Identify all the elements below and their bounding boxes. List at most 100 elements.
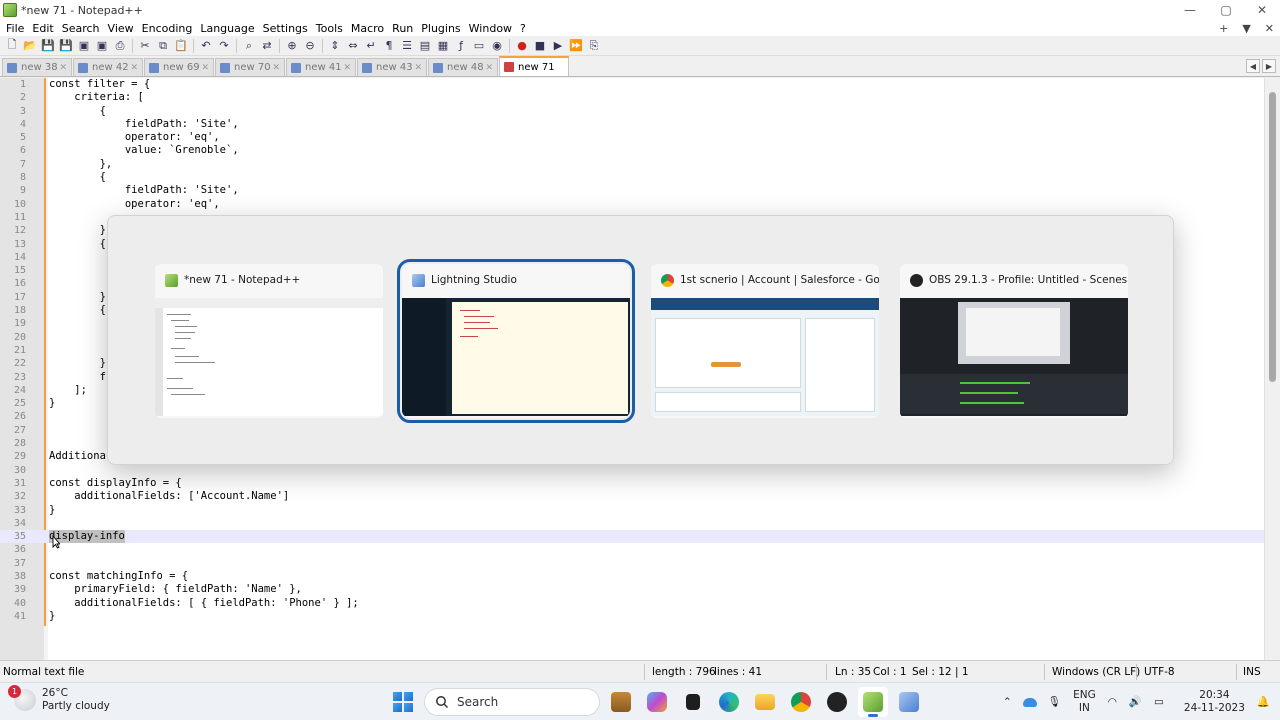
- scrollbar-thumb[interactable]: [1269, 92, 1276, 382]
- tab-new-48[interactable]: new 48 ✕: [428, 58, 498, 76]
- close-all-icon[interactable]: ▣: [94, 38, 110, 54]
- tab-new-41[interactable]: new 41 ✕: [286, 58, 356, 76]
- stop-macro-icon[interactable]: ■: [532, 38, 548, 54]
- menu-window[interactable]: Window: [465, 22, 516, 35]
- clock[interactable]: 20:34 24-11-2023: [1184, 689, 1245, 715]
- record-macro-icon[interactable]: ●: [514, 38, 530, 54]
- sync-vertical-icon[interactable]: ⇕: [327, 38, 343, 54]
- close-file-icon[interactable]: ▣: [76, 38, 92, 54]
- tab-close-icon[interactable]: ✕: [59, 63, 67, 73]
- show-all-chars-icon[interactable]: ¶: [381, 38, 397, 54]
- taskbar-copilot[interactable]: [642, 687, 672, 717]
- minimize-button[interactable]: —: [1172, 0, 1208, 20]
- task-card-salesforce-chrome[interactable]: 1st scnerio | Account | Salesforce - Goo…: [651, 264, 879, 418]
- cut-icon[interactable]: ✂: [137, 38, 153, 54]
- taskbar-notepadpp[interactable]: [858, 687, 888, 717]
- menu-file[interactable]: File: [2, 22, 28, 35]
- taskbar-work-app[interactable]: [606, 687, 636, 717]
- doc-map-icon[interactable]: ▦: [435, 38, 451, 54]
- menu-edit[interactable]: Edit: [28, 22, 57, 35]
- save-all-icon[interactable]: 💾: [58, 38, 74, 54]
- maximize-button[interactable]: ▢: [1208, 0, 1244, 20]
- save-icon[interactable]: 💾: [40, 38, 56, 54]
- zoom-in-icon[interactable]: ⊕: [284, 38, 300, 54]
- status-length: length : 796: [652, 666, 716, 678]
- open-file-icon[interactable]: 📂: [22, 38, 38, 54]
- paste-icon[interactable]: 📋: [173, 38, 189, 54]
- tab-new-70[interactable]: new 70 ✕: [215, 58, 285, 76]
- wifi-icon[interactable]: ◠: [1108, 696, 1117, 709]
- tab-list-dropdown-icon[interactable]: ▼: [1242, 22, 1250, 35]
- tab-new-38[interactable]: new 38 ✕: [2, 58, 72, 76]
- tab-new-42[interactable]: new 42 ✕: [73, 58, 143, 76]
- menu-run[interactable]: Run: [388, 22, 417, 35]
- onedrive-icon[interactable]: [1022, 697, 1037, 707]
- find-icon[interactable]: ⌕: [241, 38, 257, 54]
- folder-workspace-icon[interactable]: ▭: [471, 38, 487, 54]
- taskbar-chrome[interactable]: [786, 687, 816, 717]
- function-list-icon[interactable]: ƒ: [453, 38, 469, 54]
- weather-widget[interactable]: 1 26°C Partly cloudy: [8, 685, 110, 713]
- status-insert-mode[interactable]: INS: [1243, 666, 1261, 678]
- udl-icon[interactable]: ▤: [417, 38, 433, 54]
- menu-view[interactable]: View: [104, 22, 138, 35]
- tab-new-69[interactable]: new 69 ✕: [144, 58, 214, 76]
- taskbar-obs[interactable]: [822, 687, 852, 717]
- copy-icon[interactable]: ⧉: [155, 38, 171, 54]
- code-text: criteria: [: [49, 91, 144, 104]
- start-button[interactable]: [388, 687, 418, 717]
- task-card-lightning-studio[interactable]: Lightning Studio: [397, 259, 635, 423]
- menu-language[interactable]: Language: [196, 22, 258, 35]
- status-encoding[interactable]: UTF-8: [1144, 666, 1175, 678]
- tab-close-icon[interactable]: ✕: [272, 63, 280, 73]
- task-card-notepadpp[interactable]: *new 71 - Notepad++: [155, 264, 383, 418]
- volume-icon[interactable]: 🔊: [1129, 696, 1142, 709]
- tab-close-icon[interactable]: ✕: [485, 63, 493, 73]
- menu-plugins[interactable]: Plugins: [417, 22, 464, 35]
- show-hidden-icons[interactable]: ⌃: [1003, 696, 1012, 709]
- tab-new-43[interactable]: new 43 ✕: [357, 58, 427, 76]
- menu-encoding[interactable]: Encoding: [138, 22, 197, 35]
- zoom-out-icon[interactable]: ⊖: [302, 38, 318, 54]
- tab-close-icon[interactable]: ✕: [201, 63, 209, 73]
- tab-scroll-left-icon[interactable]: ◀: [1246, 59, 1260, 73]
- file-icon: [220, 62, 230, 73]
- task-card-obs[interactable]: OBS 29.1.3 - Profile: Untitled - Scenes:…: [900, 264, 1128, 418]
- tab-close-icon[interactable]: ✕: [343, 63, 351, 73]
- run-macro-multiple-icon[interactable]: ⏩: [568, 38, 584, 54]
- taskbar-edge[interactable]: [714, 687, 744, 717]
- language-indicator[interactable]: ENG IN: [1073, 689, 1096, 715]
- status-eol[interactable]: Windows (CR LF): [1052, 666, 1140, 678]
- play-macro-icon[interactable]: ▶: [550, 38, 566, 54]
- taskbar-task-view[interactable]: [678, 687, 708, 717]
- new-file-icon[interactable]: 🗋: [4, 38, 20, 54]
- notification-bell-icon[interactable]: 🔔: [1257, 696, 1270, 709]
- tab-close-icon[interactable]: ✕: [130, 63, 138, 73]
- save-macro-icon[interactable]: ⎘: [586, 38, 602, 54]
- menu-tools[interactable]: Tools: [312, 22, 347, 35]
- new-tab-icon[interactable]: +: [1219, 22, 1228, 35]
- battery-icon[interactable]: ▭: [1154, 696, 1164, 709]
- menu-search[interactable]: Search: [58, 22, 104, 35]
- tab-scroll-right-icon[interactable]: ▶: [1262, 59, 1276, 73]
- monitoring-icon[interactable]: ◉: [489, 38, 505, 54]
- undo-icon[interactable]: ↶: [198, 38, 214, 54]
- close-document-icon[interactable]: ✕: [1265, 22, 1274, 35]
- taskbar-explorer[interactable]: [750, 687, 780, 717]
- tab-close-icon[interactable]: ✕: [414, 63, 422, 73]
- menu-settings[interactable]: Settings: [259, 22, 312, 35]
- indent-guide-icon[interactable]: ☰: [399, 38, 415, 54]
- menu-macro[interactable]: Macro: [347, 22, 388, 35]
- tab-new-71[interactable]: new 71: [499, 56, 569, 76]
- word-wrap-icon[interactable]: ↵: [363, 38, 379, 54]
- close-button[interactable]: ✕: [1244, 0, 1280, 20]
- sync-horizontal-icon[interactable]: ⇔: [345, 38, 361, 54]
- taskbar-lightning-studio[interactable]: [894, 687, 924, 717]
- menu-help[interactable]: ?: [516, 22, 530, 35]
- microphone-icon[interactable]: 🎙: [1048, 696, 1061, 709]
- vertical-scrollbar[interactable]: [1264, 78, 1280, 660]
- replace-icon[interactable]: ⇄: [259, 38, 275, 54]
- print-icon[interactable]: ⎙: [112, 38, 128, 54]
- taskbar-search[interactable]: Search: [424, 688, 600, 716]
- redo-icon[interactable]: ↷: [216, 38, 232, 54]
